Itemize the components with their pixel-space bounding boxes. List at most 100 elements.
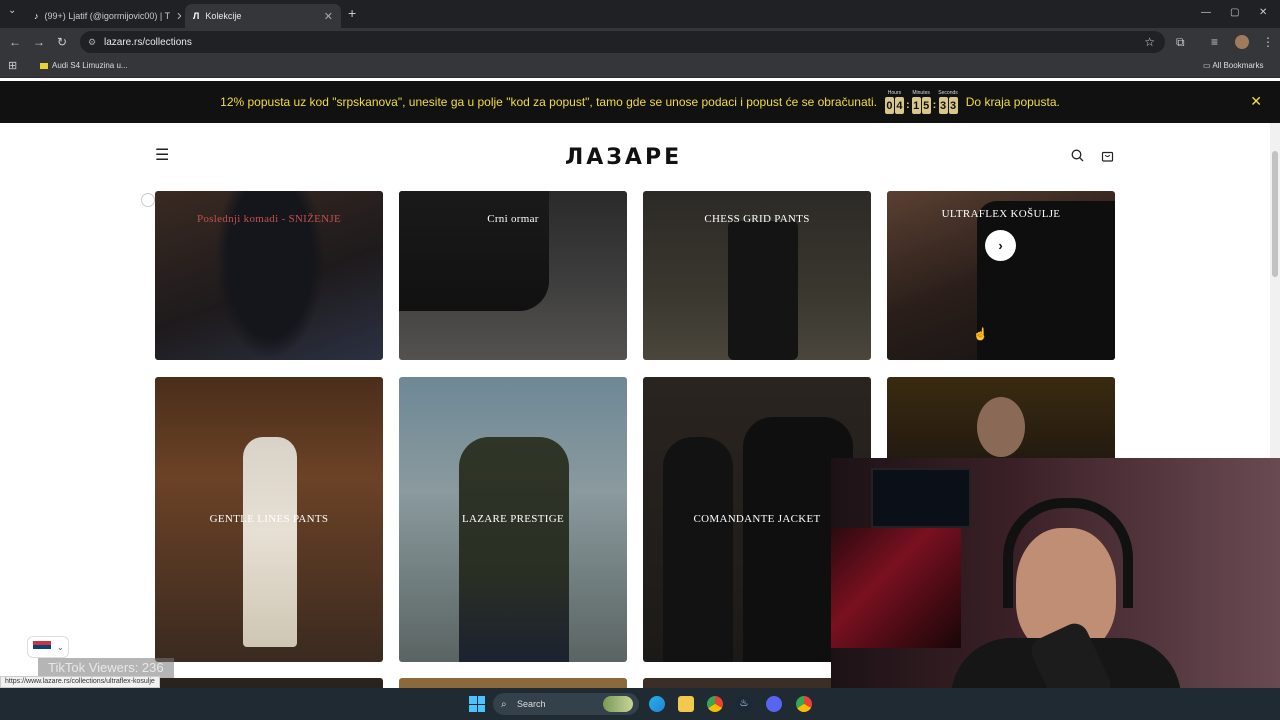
close-icon[interactable]: ✕ [324, 10, 333, 23]
search-icon: ⌕ [501, 698, 507, 710]
profile-avatar[interactable] [1235, 35, 1249, 49]
countdown-seconds: Seconds 3 3 [938, 90, 958, 114]
collection-title: LAZARE PRESTIGE [462, 513, 564, 525]
collection-card[interactable]: LAZARE PRESTIGE [399, 377, 627, 662]
bookmark-item[interactable]: Audi S4 Limuzina u... [40, 61, 128, 70]
apps-icon[interactable]: ⊞ [8, 59, 17, 72]
discord-icon[interactable] [766, 696, 782, 712]
chrome-icon[interactable] [707, 696, 723, 712]
hours-label: Hours [887, 90, 902, 96]
bookmark-label: Audi S4 Limuzina u... [52, 61, 128, 70]
steam-icon[interactable]: ♨ [736, 696, 752, 712]
address-text: lazare.rs/collections [104, 36, 192, 48]
model-face [977, 397, 1025, 457]
hand-cursor-icon: ☝ [973, 327, 988, 341]
next-arrow-button[interactable]: › [985, 230, 1016, 261]
countdown-digit: 5 [921, 97, 931, 114]
countdown-minutes: Minutes 1 5 [911, 90, 931, 114]
scrollbar-thumb[interactable] [1272, 151, 1278, 277]
collection-title: GENTLE LINES PANTS [209, 513, 329, 525]
lazare-favicon-icon: Л [193, 11, 200, 21]
collection-card[interactable]: ULTRAFLEX KOŠULJE › ☝ [887, 191, 1115, 360]
chrome-alt-icon[interactable] [796, 696, 812, 712]
file-explorer-icon[interactable] [678, 696, 694, 712]
promo-banner: 12% popusta uz kod "srpskanova", unesite… [0, 81, 1280, 123]
countdown-digit: 3 [948, 97, 958, 114]
hamburger-menu-icon[interactable]: ☰ [155, 148, 169, 164]
site-info-icon: ⚙ [88, 36, 97, 47]
serbia-flag-icon [33, 641, 51, 653]
headphones-shape [1003, 498, 1133, 608]
tab-tiktok[interactable]: ♪ (99+) Ljatif (@igormijovic00) | T ✕ [26, 4, 181, 28]
all-bookmarks[interactable]: ▭ All Bookmarks [1203, 61, 1263, 70]
countdown-digit: 4 [894, 97, 904, 114]
menu-dots-icon[interactable]: ⋮ [1262, 28, 1274, 56]
collection-card[interactable]: Poslednji komadi - SNIŽENJE [155, 191, 383, 360]
countdown-separator: : [932, 99, 937, 111]
windows-start-icon[interactable] [469, 696, 485, 712]
window-close-icon[interactable]: ✕ [1259, 0, 1267, 27]
tab-label: (99+) Ljatif (@igormijovic00) | T [44, 11, 171, 21]
maximize-icon[interactable]: ▢ [1230, 0, 1239, 27]
extensions-icon[interactable]: ⧉ [1176, 28, 1185, 56]
promo-suffix: Do kraja popusta. [965, 95, 1060, 109]
folder-icon: ▭ [1203, 61, 1211, 70]
pants-shape [728, 221, 798, 360]
tab-label: Kolekcije [205, 11, 242, 21]
bookmark-star-icon[interactable]: ☆ [1144, 35, 1155, 49]
collection-card[interactable]: GENTLE LINES PANTS [155, 377, 383, 662]
language-selector[interactable]: ⌄ [27, 636, 69, 658]
countdown-timer: Hours 0 4 : Minutes 1 5 : Seconds 3 3 [884, 90, 958, 114]
seconds-label: Seconds [938, 90, 958, 96]
windows-taskbar: ⌕ Search ♨ [0, 688, 1280, 720]
browser-toolbar: ← → ↻ ⚙ lazare.rs/collections ☆ ⧉ ≡ ⋮ [0, 28, 1280, 56]
address-bar[interactable]: ⚙ lazare.rs/collections ☆ [80, 31, 1165, 53]
reload-icon[interactable]: ↻ [57, 28, 67, 56]
countdown-digit: 1 [911, 97, 921, 114]
tab-kolekcije[interactable]: Л Kolekcije ✕ [185, 4, 341, 28]
collection-title: Crni ormar [487, 213, 539, 225]
bookmarks-bar: ⊞ Audi S4 Limuzina u... ▭ All Bookmarks [0, 56, 1280, 78]
car-shape [399, 191, 549, 311]
model-figure [243, 437, 297, 647]
tiktok-viewers-overlay: TikTok Viewers: 236 [38, 658, 174, 678]
close-icon[interactable]: ✕ [176, 10, 181, 23]
search-icon[interactable] [1071, 149, 1084, 167]
back-icon[interactable]: ← [9, 28, 21, 56]
webcam-overlay [831, 458, 1280, 720]
promo-text: 12% popusta uz kod "srpskanova", unesite… [220, 95, 877, 109]
site-header: ☰ ЛАЗАРЕ [0, 123, 1270, 191]
edge-icon[interactable] [649, 696, 665, 712]
cart-icon[interactable] [1101, 149, 1114, 167]
model-figure [663, 437, 733, 662]
model-figure [459, 437, 569, 662]
new-tab-icon[interactable]: + [348, 0, 356, 27]
collection-title: ULTRAFLEX KOŠULJE [941, 208, 1061, 220]
browser-tab-strip: ⌄ ♪ (99+) Ljatif (@igormijovic00) | T ✕ … [0, 0, 1280, 28]
collection-title: CHESS GRID PANTS [704, 213, 810, 225]
countdown-hours: Hours 0 4 [884, 90, 904, 114]
taskbar-search-label: Search [517, 699, 546, 709]
forward-icon[interactable]: → [33, 28, 45, 56]
pc-case-shape [831, 528, 961, 648]
countdown-separator: : [905, 99, 910, 111]
minutes-label: Minutes [912, 90, 930, 96]
bookmark-favicon-icon [40, 62, 48, 69]
close-promo-icon[interactable]: ✕ [1250, 93, 1262, 110]
minimize-icon[interactable]: — [1201, 0, 1211, 27]
chevron-down-icon: ⌄ [57, 642, 64, 652]
media-icon[interactable]: ≡ [1211, 28, 1218, 56]
collection-title: Poslednji komadi - SNIŽENJE [196, 213, 342, 225]
site-logo[interactable]: ЛАЗАРЕ [565, 145, 682, 170]
taskbar-search[interactable]: ⌕ Search [493, 693, 639, 715]
collection-card[interactable]: CHESS GRID PANTS [643, 191, 871, 360]
tiktok-icon: ♪ [34, 11, 39, 21]
collection-card[interactable]: Crni ormar [399, 191, 627, 360]
status-url: https://www.lazare.rs/collections/ultraf… [0, 676, 160, 688]
loading-circle-icon [141, 193, 155, 207]
monitor-shape [871, 468, 971, 528]
screen: ⌄ ♪ (99+) Ljatif (@igormijovic00) | T ✕ … [0, 0, 1280, 720]
search-highlight-icon [603, 696, 633, 712]
shirt-shape [977, 201, 1115, 360]
tab-search-icon[interactable]: ⌄ [8, 0, 16, 25]
